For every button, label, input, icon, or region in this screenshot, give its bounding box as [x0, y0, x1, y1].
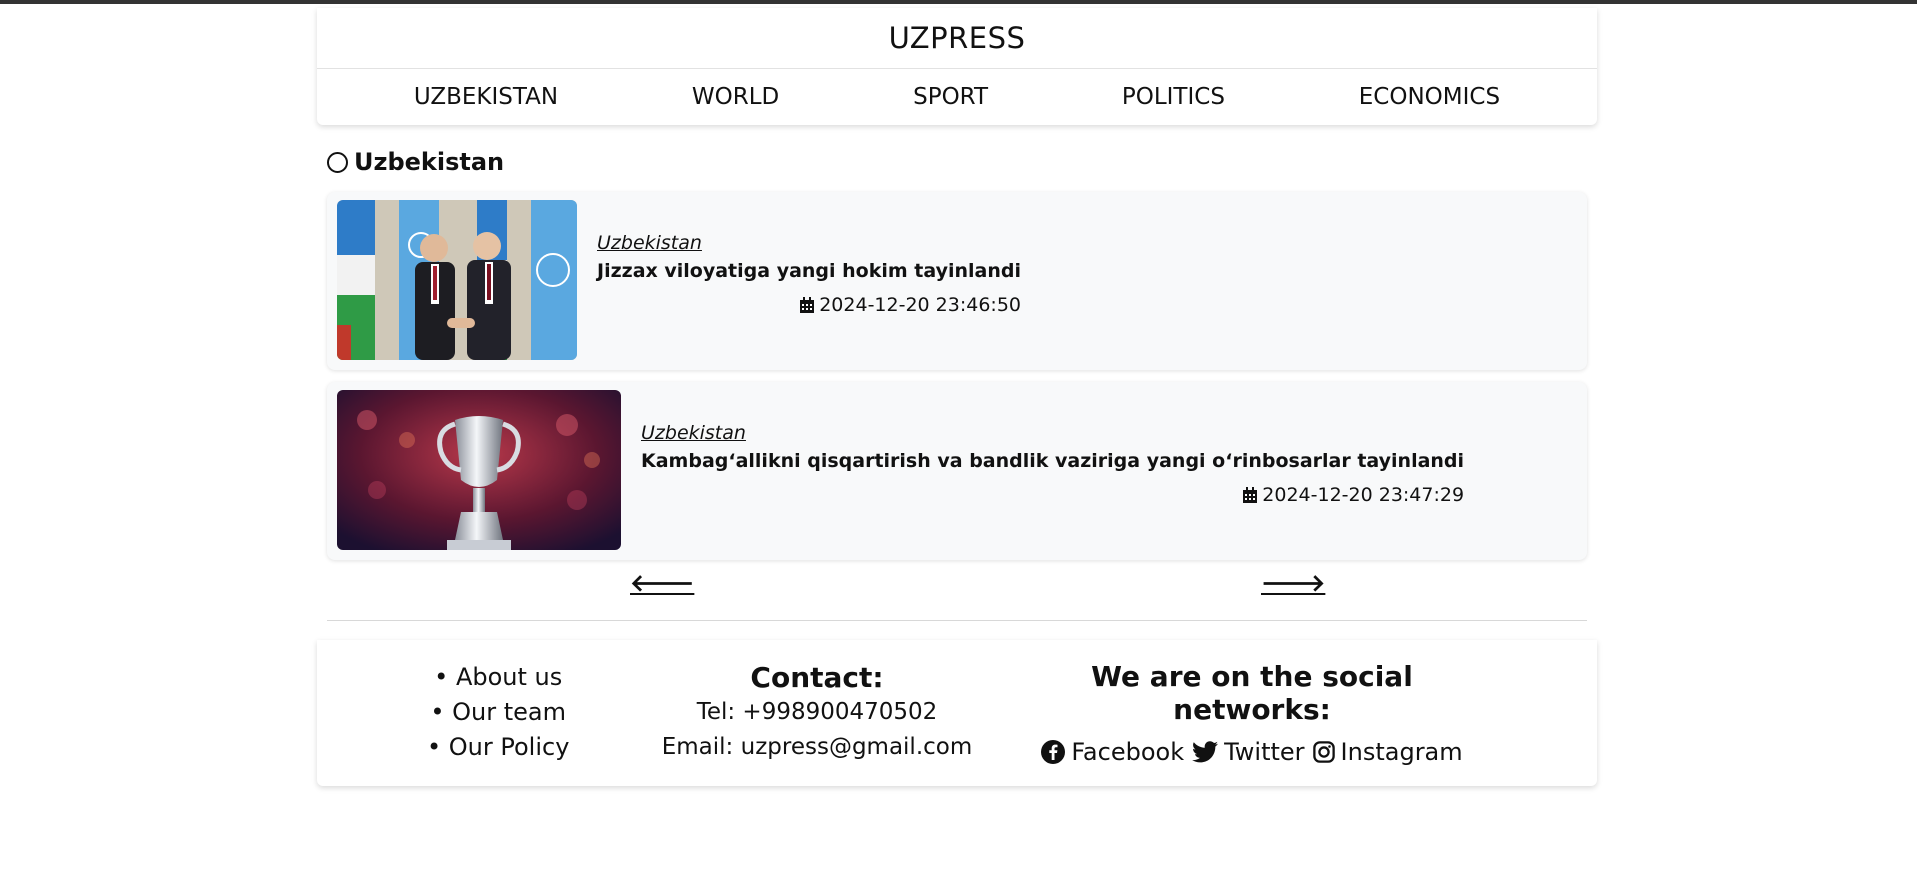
contact-email: Email: uzpress@gmail.com [661, 734, 973, 760]
article-date-text: 2024-12-20 23:46:50 [819, 294, 1022, 316]
article-category-link[interactable]: Uzbekistan [597, 232, 1021, 254]
nav-sport[interactable]: SPORT [913, 84, 988, 110]
site-footer: • About us • Our team • Our Policy Conta… [317, 640, 1597, 786]
article-card[interactable]: Uzbekistan Jizzax viloyatiga yangi hokim… [327, 192, 1587, 370]
next-page-button[interactable]: 🡒 [1261, 568, 1325, 597]
facebook-label: Facebook [1071, 738, 1185, 766]
twitter-label: Twitter [1224, 738, 1305, 766]
footer-contact: Contact: Tel: +998900470502 Email: uzpre… [647, 660, 987, 765]
main-nav: UZBEKISTAN WORLD SPORT POLITICS ECONOMIC… [317, 69, 1597, 125]
nav-economics[interactable]: ECONOMICS [1359, 84, 1500, 110]
article-image[interactable] [337, 390, 621, 550]
instagram-link[interactable]: Instagram [1312, 738, 1463, 766]
contact-phone: Tel: +998900470502 [696, 699, 938, 725]
footer-links: • About us • Our team • Our Policy [427, 660, 569, 765]
article-card[interactable]: Uzbekistan Kambag‘allikni qisqartirish v… [327, 382, 1587, 560]
prev-page-button[interactable]: 🡐 [630, 568, 694, 597]
instagram-label: Instagram [1340, 738, 1463, 766]
article-image[interactable] [337, 200, 577, 360]
social-heading: We are on the social networks: [1091, 660, 1413, 726]
instagram-icon [1312, 741, 1335, 763]
article-date-text: 2024-12-20 23:47:29 [1262, 484, 1465, 506]
twitter-icon [1192, 741, 1219, 763]
section-heading: Uzbekistan [327, 148, 504, 176]
trophy-photo-icon [337, 390, 621, 550]
footer-link-about[interactable]: • About us [434, 660, 562, 695]
site-header: UZPRESS UZBEKISTAN WORLD SPORT POLITICS … [317, 8, 1597, 125]
facebook-link[interactable]: Facebook [1041, 738, 1184, 766]
footer-divider [327, 620, 1587, 621]
calendar-icon [800, 296, 815, 313]
nav-politics[interactable]: POLITICS [1122, 84, 1225, 110]
section-title-text: Uzbekistan [354, 148, 505, 176]
article-date: 2024-12-20 23:46:50 [799, 294, 1021, 316]
circle-icon [327, 151, 348, 173]
footer-social: We are on the social networks: Facebook … [1037, 660, 1467, 766]
contact-heading: Contact: [750, 661, 884, 694]
twitter-link[interactable]: Twitter [1192, 738, 1305, 766]
footer-link-policy[interactable]: • Our Policy [427, 730, 569, 765]
site-logo[interactable]: UZPRESS [317, 8, 1597, 69]
facebook-icon [1041, 740, 1066, 764]
nav-world[interactable]: WORLD [692, 84, 779, 110]
article-info: Uzbekistan Kambag‘allikni qisqartirish v… [641, 422, 1464, 506]
article-info: Uzbekistan Jizzax viloyatiga yangi hokim… [597, 232, 1021, 316]
article-category-link[interactable]: Uzbekistan [641, 422, 1464, 444]
social-links: Facebook Twitter Instagram [1037, 738, 1467, 766]
calendar-icon [1243, 486, 1258, 503]
article-title-link[interactable]: Jizzax viloyatiga yangi hokim tayinlandi [597, 260, 1021, 282]
nav-uzbekistan[interactable]: UZBEKISTAN [414, 84, 558, 110]
article-date: 2024-12-20 23:47:29 [1242, 484, 1464, 506]
article-title-link[interactable]: Kambag‘allikni qisqartirish va bandlik v… [641, 450, 1464, 472]
page-container: UZPRESS UZBEKISTAN WORLD SPORT POLITICS … [317, 8, 1597, 786]
handshake-photo-icon [337, 200, 577, 360]
footer-link-team[interactable]: • Our team [430, 695, 566, 730]
